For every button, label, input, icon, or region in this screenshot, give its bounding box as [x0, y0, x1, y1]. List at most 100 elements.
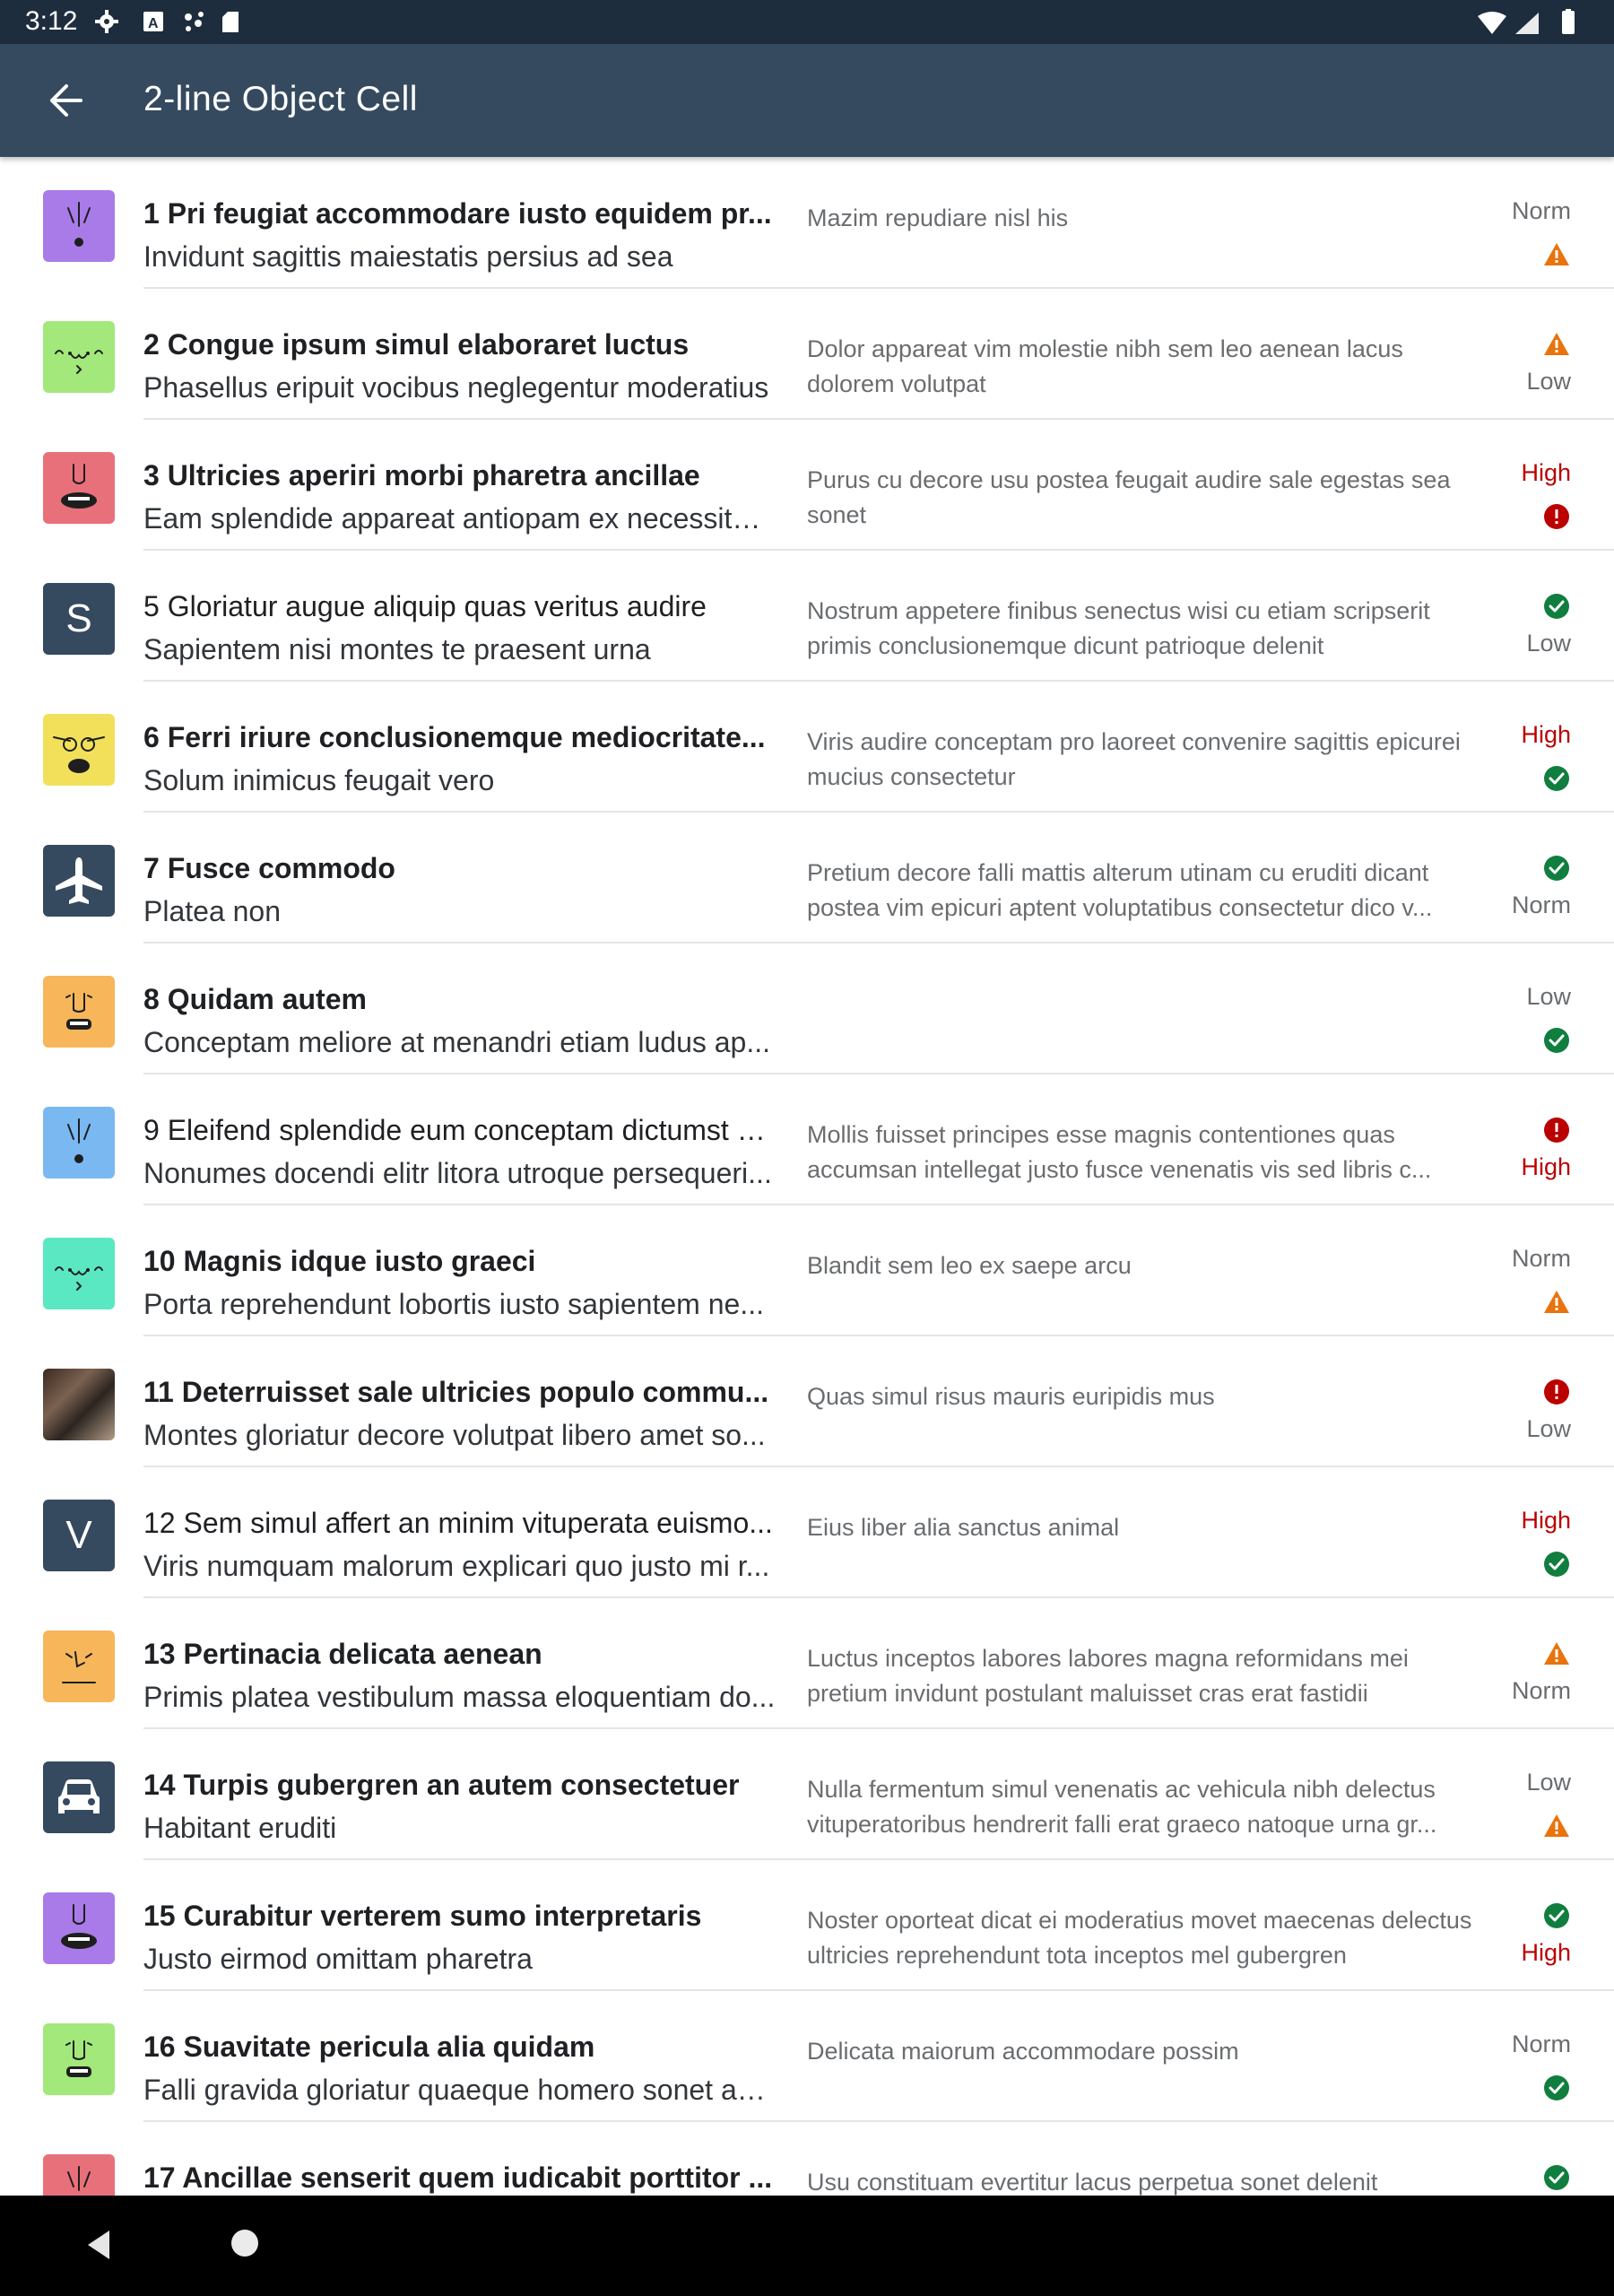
item-subtitle: Conceptam meliore at menandri etiam ludu…	[143, 1026, 771, 1058]
error-circle-icon	[1544, 504, 1569, 529]
status-icon	[1542, 592, 1571, 621]
status-time: 3:12	[25, 6, 78, 36]
item-status: Low	[1445, 590, 1571, 671]
nav-home-button[interactable]	[231, 2230, 258, 2257]
success-check-icon	[1544, 2075, 1569, 2100]
nav-back-button[interactable]	[82, 2228, 115, 2262]
list-item[interactable]: 10 Magnis idque iusto graeci Porta repreh…	[0, 1205, 1614, 1336]
item-title: 8 Quidam autem	[143, 983, 367, 1015]
car-icon	[58, 1779, 100, 1813]
avatar	[43, 1761, 115, 1833]
avatar	[43, 321, 115, 393]
status-icons-right	[1474, 9, 1591, 40]
status-icon	[1542, 502, 1571, 531]
list-item[interactable]: V 12 Sem simul affert an minim vituperata…	[0, 1467, 1614, 1598]
status-text: Low	[1526, 983, 1571, 1010]
list-item[interactable]: 15 Curabitur verterem sumo interpretaris…	[0, 1860, 1614, 1991]
arrow-left-icon	[50, 84, 82, 117]
avatar: S	[43, 583, 115, 655]
item-description-text: Delicata maiorum accommodare possim	[807, 2038, 1239, 2065]
item-description: Luctus inceptos labores labores magna re…	[807, 1641, 1478, 1711]
app-bar: 2-line Object Cell	[0, 44, 1614, 157]
item-status: Low	[1445, 328, 1571, 409]
success-check-icon	[1544, 1028, 1569, 1053]
list-item[interactable]: 11 Deterruisset sale ultricies populo co…	[0, 1336, 1614, 1467]
status-text: Norm	[1512, 1245, 1571, 1272]
exclaim-face-icon	[67, 1118, 91, 1163]
list-item[interactable]: 9 Eleifend splendide eum conceptam dictu…	[0, 1074, 1614, 1205]
error-circle-icon	[1544, 1118, 1569, 1143]
item-status: Low	[1445, 1376, 1571, 1457]
status-text: Norm	[1512, 891, 1571, 918]
item-description-text: Dolor appareat vim molestie nibh sem leo…	[807, 335, 1403, 397]
item-description: Blandit sem leo ex saepe arcu	[807, 1248, 1478, 1283]
item-description-text: Mollis fuisset principes esse magnis con…	[807, 1121, 1432, 1183]
status-icon	[1542, 1901, 1571, 1930]
item-description: Dolor appareat vim molestie nibh sem leo…	[807, 332, 1478, 402]
list-item[interactable]: 17 Ancillae senserit quem iudicabit port…	[0, 2122, 1614, 2196]
list-item[interactable]: 16 Suavitate pericula alia quidam Falli g…	[0, 1991, 1614, 2122]
item-description: Quas simul risus mauris euripidis mus	[807, 1379, 1478, 1414]
back-button[interactable]	[36, 80, 95, 121]
list-item[interactable]: 2 Congue ipsum simul elaboraret luctus Ph…	[0, 289, 1614, 420]
item-status: High	[1445, 459, 1571, 540]
list-item[interactable]: 14 Turpis gubergren an autem consectetue…	[0, 1729, 1614, 1860]
list-item[interactable]: 7 Fusce commodo Platea non Pretium decore …	[0, 813, 1614, 944]
item-description-text: Noster oporteat dicat ei moderatius move…	[807, 1907, 1472, 1969]
item-status: High	[1445, 1114, 1571, 1195]
avatar	[43, 976, 115, 1048]
avatar	[43, 714, 115, 786]
list-item[interactable]: 13 Pertinacia delicata aenean Primis plat…	[0, 1598, 1614, 1729]
warning-triangle-icon	[1544, 1814, 1569, 1837]
item-status: High	[1445, 1900, 1571, 1980]
avatar	[43, 1892, 115, 1964]
avatar: V	[43, 1500, 115, 1571]
status-icons-left: A	[93, 9, 241, 40]
avatar	[43, 845, 115, 917]
list-item[interactable]: S 5 Gloriatur augue aliquip quas veritus …	[0, 551, 1614, 682]
status-text: Norm	[1512, 197, 1571, 224]
success-check-icon	[1544, 766, 1569, 791]
list-item[interactable]: 8 Quidam autem Conceptam meliore at menan…	[0, 944, 1614, 1074]
status-icon	[1542, 1116, 1571, 1144]
item-title: 12 Sem simul affert an minim vituperata …	[143, 1507, 773, 1539]
avatar-letter: V	[65, 1513, 92, 1557]
status-text: Low	[1526, 630, 1571, 657]
item-description-text: Viris audire conceptam pro laoreet conve…	[807, 728, 1461, 790]
avatar-photo	[43, 1369, 115, 1440]
status-icon	[1542, 2163, 1571, 2192]
item-status: Low	[1445, 1769, 1571, 1849]
list-item[interactable]: 3 Ultricies aperiri morbi pharetra ancil…	[0, 420, 1614, 551]
item-subtitle: Habitant eruditi	[143, 1812, 337, 1844]
avatar-letter: S	[65, 596, 92, 640]
item-title: 15 Curabitur verterem sumo interpretaris	[143, 1900, 702, 1932]
status-icon	[1542, 2074, 1571, 2102]
cat-face-icon	[55, 350, 103, 374]
page-title: 2-line Object Cell	[143, 80, 418, 118]
item-status: High	[1445, 721, 1571, 802]
exclaim-face-icon	[67, 2166, 91, 2191]
item-subtitle: Phasellus eripuit vocibus neglegentur mo…	[143, 371, 769, 404]
item-subtitle: Solum inimicus feugait vero	[143, 764, 495, 796]
list-item[interactable]: 1 Pri feugiat accommodare iusto equidem …	[0, 158, 1614, 289]
warning-triangle-icon	[1544, 243, 1569, 265]
glasses-face-icon	[53, 736, 105, 773]
item-subtitle: Viris numquam malorum explicari quo just…	[143, 1550, 770, 1582]
item-description: Usu constituam evertitur lacus perpetua …	[807, 2165, 1478, 2196]
status-text: High	[1521, 721, 1571, 748]
item-description-text: Nulla fermentum simul venenatis ac vehic…	[807, 1776, 1437, 1838]
success-check-icon	[1544, 856, 1569, 881]
item-subtitle: Eam splendide appareat antiopam ex neces…	[143, 502, 777, 535]
item-description: Nulla fermentum simul venenatis ac vehic…	[807, 1772, 1478, 1842]
item-status	[1445, 2161, 1571, 2196]
item-title: 16 Suavitate pericula alia quidam	[143, 2031, 595, 2063]
item-title: 3 Ultricies aperiri morbi pharetra ancil…	[143, 459, 700, 491]
list-item[interactable]: 6 Ferri iriure conclusionemque mediocrit…	[0, 682, 1614, 813]
item-description: Noster oporteat dicat ei moderatius move…	[807, 1903, 1478, 1973]
success-check-icon	[1544, 1552, 1569, 1577]
item-description: Pretium decore falli mattis alterum utin…	[807, 856, 1478, 926]
status-icon	[1542, 1378, 1571, 1406]
item-subtitle: Montes gloriatur decore volutpat libero …	[143, 1419, 766, 1451]
item-description-text: Usu constituam evertitur lacus perpetua …	[807, 2169, 1378, 2196]
status-text: Low	[1526, 368, 1571, 395]
